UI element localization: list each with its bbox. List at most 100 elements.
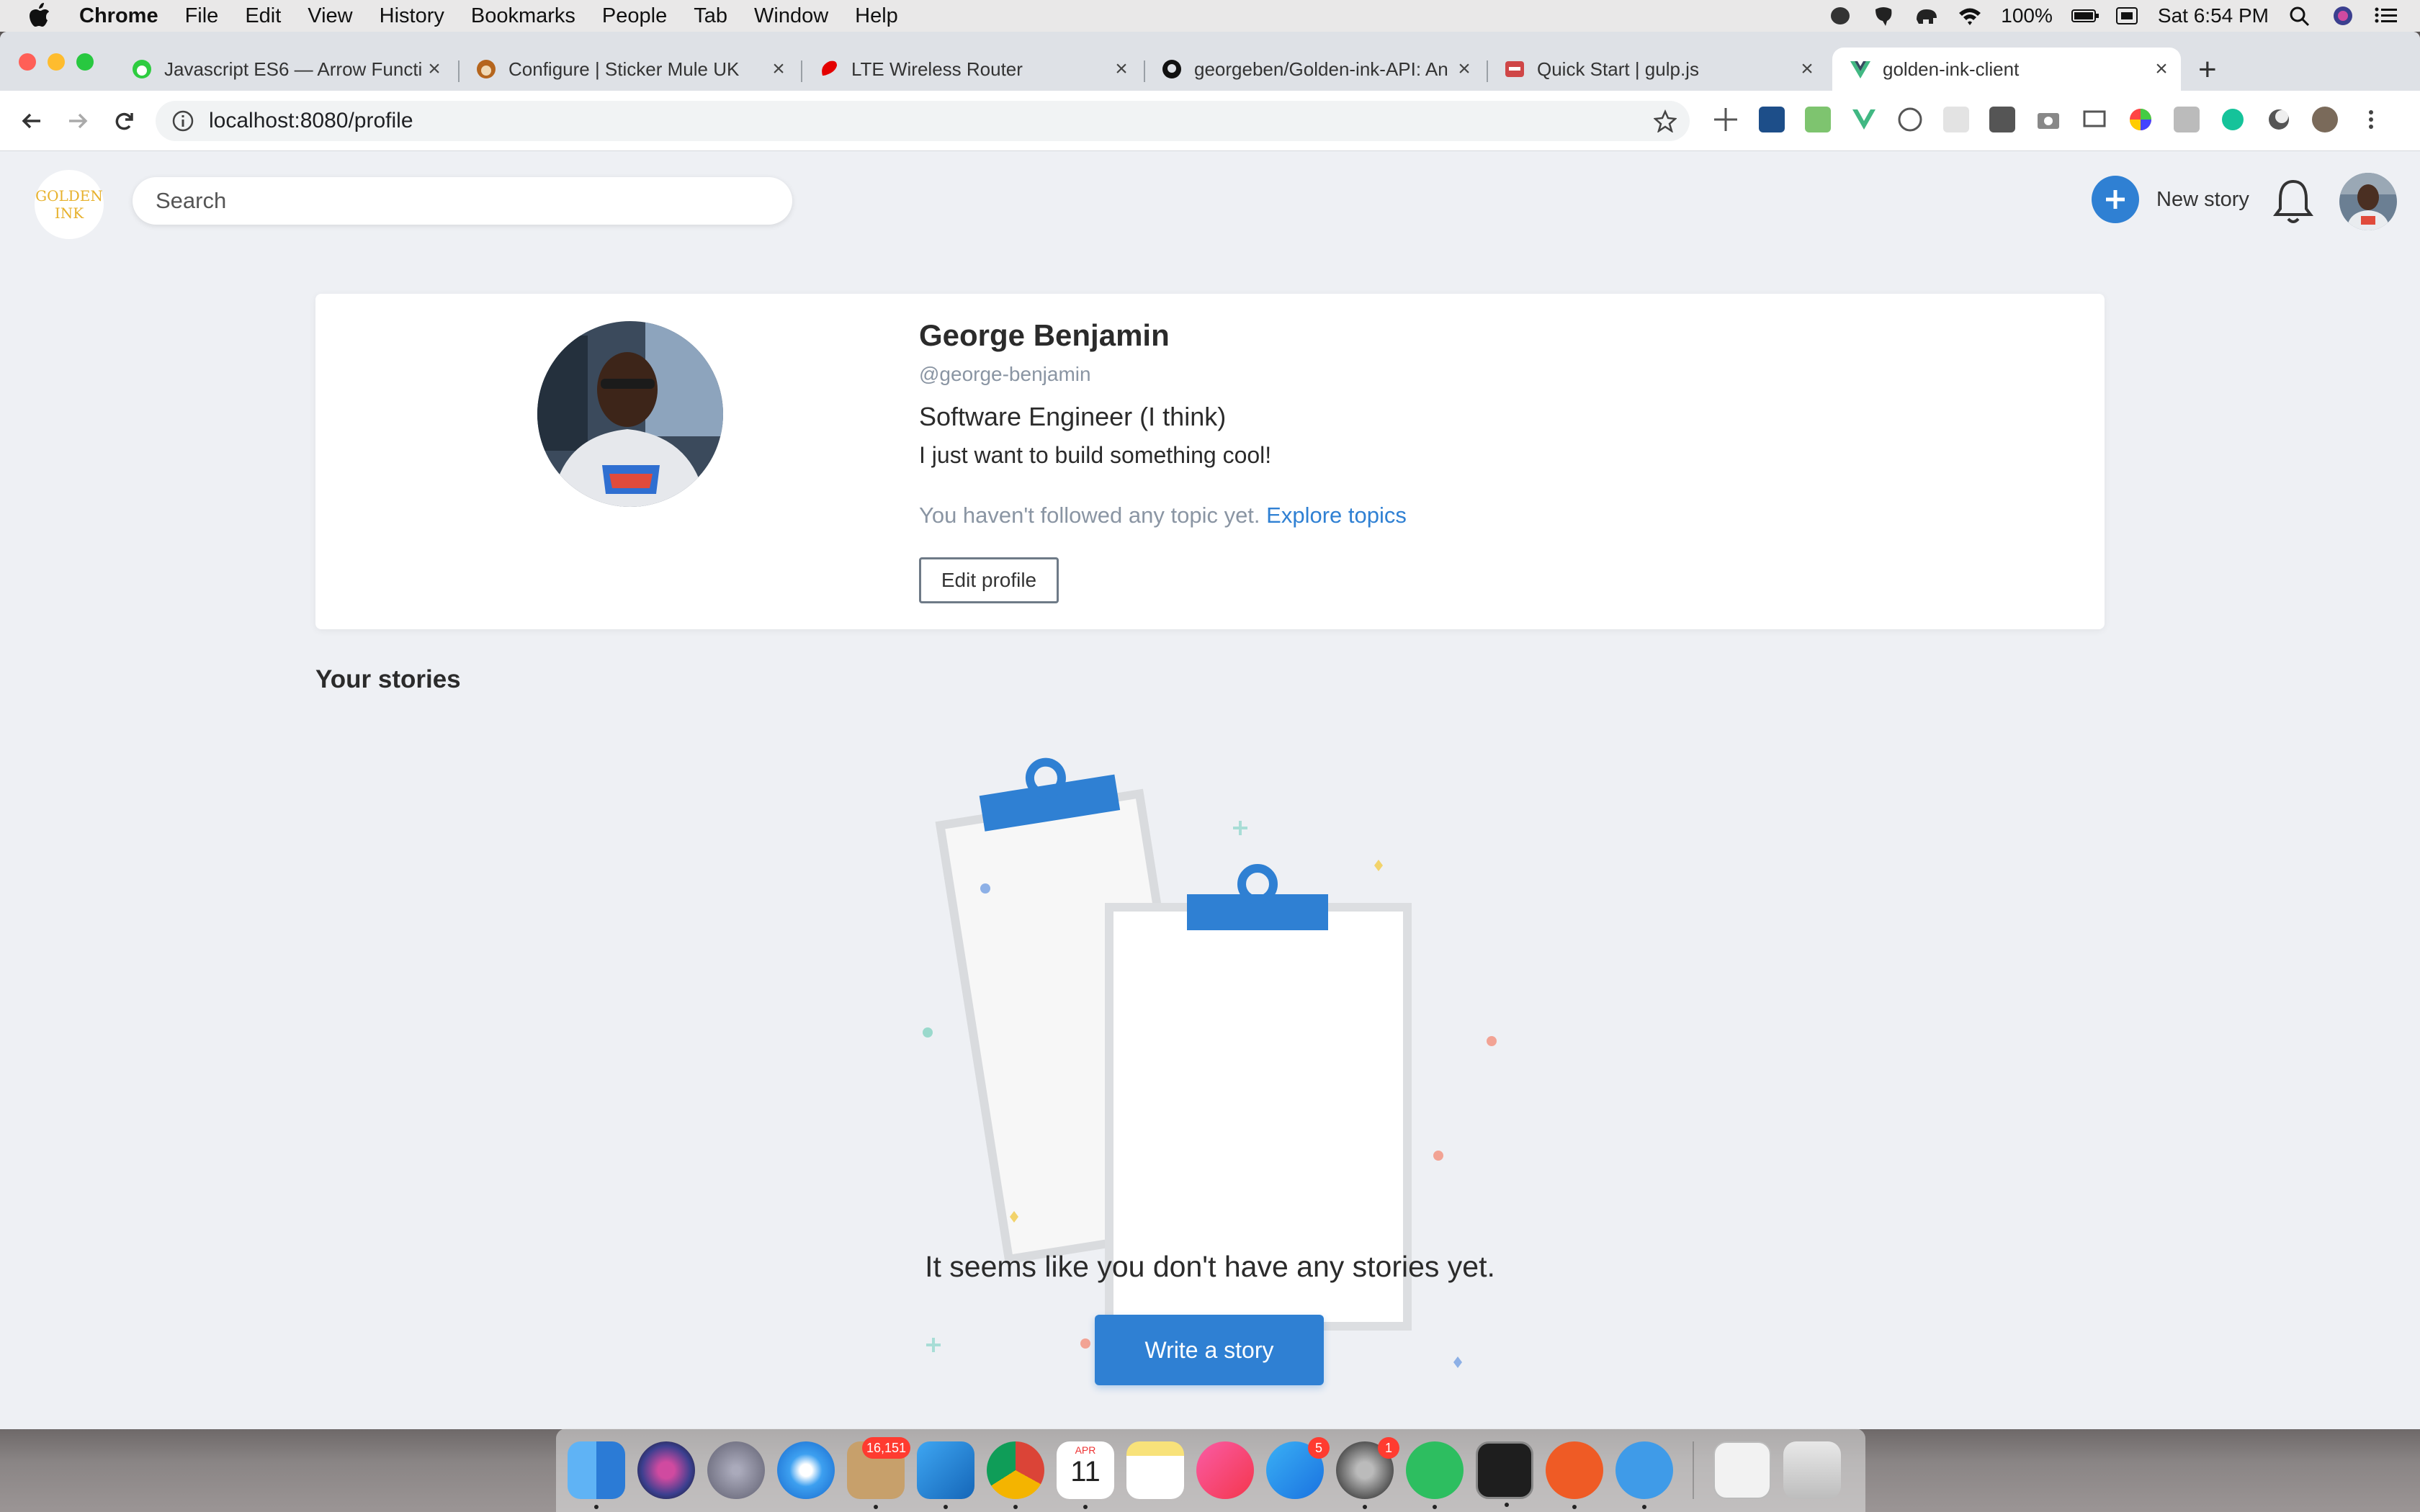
tab-sticker-mule[interactable]: Configure | Sticker Mule UK ×	[475, 48, 789, 91]
reload-icon[interactable]	[108, 105, 140, 137]
finder-icon[interactable]	[568, 1441, 625, 1509]
spotlight-search-icon[interactable]	[2287, 5, 2312, 27]
tab-gulp-quick-start[interactable]: Quick Start | gulp.js ×	[1504, 48, 1818, 91]
launchpad-icon[interactable]	[707, 1441, 765, 1499]
tableplus-icon[interactable]	[1615, 1441, 1673, 1509]
camera-extension-icon[interactable]	[2035, 107, 2061, 132]
edit-profile-button[interactable]: Edit profile	[919, 557, 1059, 603]
elephant-status-icon[interactable]	[1914, 5, 1939, 27]
postgres-elephant-icon[interactable]	[1871, 5, 1896, 27]
siri-dock-icon[interactable]	[637, 1441, 695, 1499]
postman-icon[interactable]	[1546, 1441, 1603, 1509]
new-tab-button[interactable]: +	[2198, 52, 2217, 88]
itunes-icon[interactable]	[1196, 1441, 1254, 1499]
plus-icon	[2092, 176, 2139, 223]
evernote-icon[interactable]	[1406, 1441, 1464, 1509]
menubar-clock[interactable]: Sat 6:54 PM	[2158, 4, 2269, 27]
zoom-window-button[interactable]	[76, 53, 94, 71]
logo-text-line2: INK	[54, 204, 84, 222]
grid-extension-icon[interactable]	[1943, 107, 1969, 132]
explore-topics-link[interactable]: Explore topics	[1266, 503, 1407, 528]
menu-view[interactable]: View	[308, 4, 352, 28]
menu-bookmarks[interactable]: Bookmarks	[471, 4, 575, 28]
color-picker-icon[interactable]	[2128, 107, 2154, 132]
site-info-icon[interactable]	[171, 109, 194, 132]
profile-title: Software Engineer (I think)	[919, 402, 1227, 431]
tab-label: Configure | Sticker Mule UK	[508, 58, 740, 80]
wifi-icon[interactable]	[1958, 5, 1982, 27]
trash-icon[interactable]	[1783, 1441, 1841, 1499]
close-tab-icon[interactable]: ×	[424, 57, 445, 81]
search-input[interactable]	[133, 177, 792, 225]
logo-text-line1: GOLDEN	[35, 187, 103, 204]
bookmark-star-icon[interactable]	[1654, 109, 1677, 132]
close-tab-icon[interactable]: ×	[1453, 57, 1475, 81]
calendar-icon[interactable]: APR 11	[1057, 1441, 1114, 1509]
tab-golden-ink-client[interactable]: golden-ink-client ×	[1832, 48, 2181, 91]
safari-icon[interactable]	[777, 1441, 835, 1499]
terminal-icon[interactable]	[1476, 1441, 1533, 1507]
battery-icon[interactable]	[2071, 5, 2099, 27]
lightbulb-extension-icon[interactable]	[1989, 107, 2015, 132]
analytics-extension-icon[interactable]	[1759, 107, 1785, 132]
menu-edit[interactable]: Edit	[245, 4, 281, 28]
close-window-button[interactable]	[19, 53, 36, 71]
k-extension-icon[interactable]	[2174, 107, 2200, 132]
tab-divider	[801, 60, 802, 82]
app-store-icon[interactable]: 5	[1266, 1437, 1330, 1499]
chrome-icon[interactable]	[987, 1441, 1044, 1509]
tab-github-golden-ink-api[interactable]: georgeben/Golden-ink-API: An ×	[1161, 48, 1475, 91]
mail-icon[interactable]: 16,151	[847, 1437, 910, 1509]
url-text[interactable]: localhost:8080/profile	[209, 109, 413, 133]
menu-history[interactable]: History	[380, 4, 444, 28]
minimize-window-button[interactable]	[48, 53, 65, 71]
close-tab-icon[interactable]: ×	[2151, 57, 2172, 81]
menu-help[interactable]: Help	[855, 4, 898, 28]
forward-arrow-icon[interactable]	[62, 105, 94, 137]
tab-divider	[1144, 60, 1145, 82]
tab-lte-router[interactable]: LTE Wireless Router ×	[818, 48, 1132, 91]
new-story-button[interactable]: New story	[2092, 176, 2249, 223]
grammarly-icon[interactable]	[2220, 107, 2246, 132]
notification-center-icon[interactable]	[2374, 5, 2398, 27]
menu-people[interactable]: People	[602, 4, 667, 28]
tab-label: LTE Wireless Router	[851, 58, 1023, 80]
profile-page: GOLDEN INK New story	[0, 151, 2420, 1429]
dark-mode-icon[interactable]	[2266, 107, 2292, 132]
write-story-button[interactable]: Write a story	[1095, 1315, 1324, 1385]
chart-extension-icon[interactable]	[1805, 107, 1831, 132]
tab-label: golden-ink-client	[1883, 58, 2020, 80]
move-extension-icon[interactable]	[1713, 107, 1739, 132]
user-avatar[interactable]	[2339, 173, 2397, 230]
vue-devtools-icon[interactable]	[1851, 107, 1877, 132]
tab-divider	[458, 60, 460, 82]
app-store-badge: 5	[1308, 1437, 1330, 1459]
evernote-status-icon[interactable]	[1828, 5, 1852, 27]
golden-ink-logo[interactable]: GOLDEN INK	[35, 170, 104, 239]
menu-file[interactable]: File	[185, 4, 219, 28]
menu-tab[interactable]: Tab	[694, 4, 727, 28]
preview-icon[interactable]	[1713, 1441, 1771, 1499]
siri-icon[interactable]	[2331, 5, 2355, 27]
menu-app-name[interactable]: Chrome	[79, 4, 158, 28]
vscode-icon[interactable]	[917, 1441, 974, 1509]
battery-percent: 100%	[2001, 4, 2053, 27]
cast-extension-icon[interactable]	[2081, 107, 2107, 132]
json-viewer-icon[interactable]	[1897, 107, 1923, 132]
notes-icon[interactable]	[1126, 1441, 1184, 1499]
notification-bell-icon[interactable]	[2272, 177, 2315, 226]
back-arrow-icon[interactable]	[16, 105, 48, 137]
more-menu-icon[interactable]	[2358, 107, 2384, 132]
menu-window[interactable]: Window	[754, 4, 828, 28]
system-preferences-icon[interactable]: 1	[1336, 1437, 1399, 1509]
close-tab-icon[interactable]: ×	[768, 57, 789, 81]
tab-arrow-functions[interactable]: Javascript ES6 — Arrow Functi ×	[131, 48, 445, 91]
browser-toolbar: localhost:8080/profile	[0, 91, 2420, 151]
input-source-icon[interactable]	[2115, 5, 2139, 27]
topics-text: You haven't followed any topic yet.	[919, 503, 1260, 528]
close-tab-icon[interactable]: ×	[1111, 57, 1132, 81]
profile-avatar-icon[interactable]	[2312, 107, 2338, 132]
address-bar[interactable]: localhost:8080/profile	[156, 101, 1690, 141]
apple-icon[interactable]	[27, 2, 55, 30]
close-tab-icon[interactable]: ×	[1796, 57, 1818, 81]
